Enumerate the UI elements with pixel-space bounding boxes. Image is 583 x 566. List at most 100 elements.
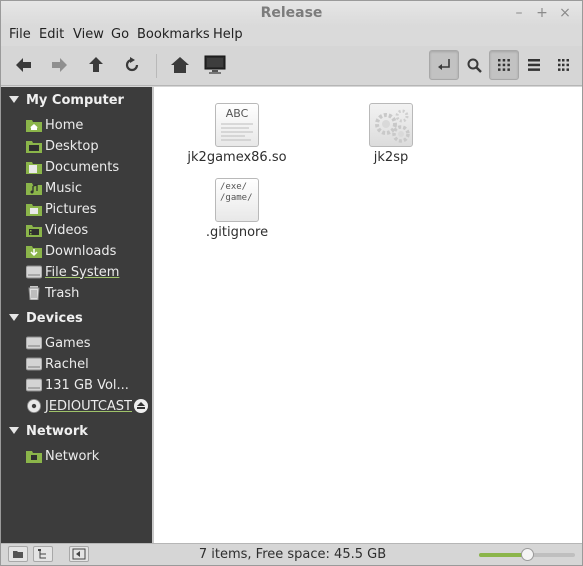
eject-icon[interactable]: [134, 399, 148, 413]
file-view[interactable]: ABC jk2gamex86.so jk2sp /exe/ /game/ .gi…: [154, 87, 582, 543]
sidebar-item-label: Pictures: [45, 201, 97, 217]
zoom-handle[interactable]: [521, 548, 534, 561]
drive-icon: [26, 336, 42, 350]
zoom-slider[interactable]: [479, 548, 575, 561]
location-toggle-icon: [438, 59, 450, 70]
sidebar-item-label: 131 GB Vol...: [45, 377, 129, 393]
sidebar-item-rachel[interactable]: Rachel: [26, 354, 89, 374]
menu-view[interactable]: View: [73, 27, 104, 42]
list-view-icon: [528, 59, 540, 71]
close-button[interactable]: ×: [556, 4, 574, 22]
compact-view-button[interactable]: [549, 50, 579, 80]
file-preview: /exe/ /game/: [220, 182, 253, 203]
sidebar-item-network[interactable]: Network: [26, 446, 99, 466]
executable-gear-icon: [369, 103, 413, 147]
drive-icon: [26, 378, 42, 392]
forward-arrow-icon: [52, 58, 67, 72]
menu-help[interactable]: Help: [213, 27, 243, 42]
title-bar[interactable]: Release – + ×: [1, 1, 582, 26]
sidebar-item-desktop[interactable]: Desktop: [26, 136, 99, 156]
section-title: Network: [26, 424, 88, 439]
network-folder-icon: [26, 451, 42, 463]
sidebar-item-label: Documents: [45, 159, 120, 175]
sidebar-item-label: Trash: [45, 285, 80, 301]
menu-bookmarks[interactable]: Bookmarks: [137, 27, 210, 42]
menu-go[interactable]: Go: [111, 27, 129, 42]
search-button[interactable]: [459, 50, 489, 80]
maximize-button[interactable]: +: [533, 4, 551, 22]
back-button[interactable]: [9, 50, 39, 80]
section-network[interactable]: Network: [9, 424, 88, 439]
file-item[interactable]: jk2sp: [336, 103, 446, 165]
sidebar-item-videos[interactable]: Videos: [26, 220, 88, 240]
file-name: jk2sp: [373, 150, 409, 165]
menu-bar: File Edit View Go Bookmarks Help: [1, 26, 582, 46]
drive-icon: [26, 357, 42, 371]
sidebar-item-label: Home: [45, 117, 84, 133]
status-bar: 7 items, Free space: 45.5 GB: [1, 543, 582, 565]
videos-folder-icon: [26, 225, 42, 237]
sidebar-item-games[interactable]: Games: [26, 333, 90, 353]
sidebar-item-label: Music: [45, 180, 82, 196]
trash-icon: [28, 286, 40, 300]
computer-icon: [204, 55, 226, 74]
sidebar-item-131gb-volume[interactable]: 131 GB Vol...: [26, 375, 129, 395]
sidebar-item-pictures[interactable]: Pictures: [26, 199, 96, 219]
section-my-computer[interactable]: My Computer: [9, 93, 124, 108]
home-folder-icon: [26, 120, 42, 132]
home-button[interactable]: [165, 50, 195, 80]
menu-file[interactable]: File: [9, 27, 31, 42]
desktop-folder-icon: [26, 141, 42, 153]
file-manager-window: Release – + × File Edit View Go Bookmark…: [0, 0, 583, 566]
expand-triangle-icon: [9, 314, 19, 321]
gear-icon: [375, 109, 410, 143]
text-lines: [221, 123, 253, 141]
file-item[interactable]: ABC jk2gamex86.so: [182, 103, 292, 165]
file-item[interactable]: /exe/ /game/ .gitignore: [182, 178, 292, 240]
expand-triangle-icon: [9, 427, 19, 434]
icon-view-button[interactable]: [489, 50, 519, 80]
downloads-folder-icon: [26, 246, 42, 258]
up-arrow-icon: [89, 57, 103, 72]
text-file-icon: /exe/ /game/: [215, 178, 259, 222]
up-button[interactable]: [81, 50, 111, 80]
sidebar-item-trash[interactable]: Trash: [26, 283, 79, 303]
forward-button[interactable]: [44, 50, 74, 80]
sidebar-item-label: File System: [45, 264, 120, 280]
sidebar-item-label: Desktop: [45, 138, 99, 154]
sidebar-item-label: Rachel: [45, 356, 89, 372]
sidebar-item-music[interactable]: Music: [26, 178, 82, 198]
sidebar-item-downloads[interactable]: Downloads: [26, 241, 116, 261]
minimize-button[interactable]: –: [510, 4, 528, 22]
computer-button[interactable]: [200, 50, 230, 80]
file-name: .gitignore: [205, 225, 269, 240]
reload-icon: [125, 57, 139, 72]
sidebar-item-documents[interactable]: Documents: [26, 157, 119, 177]
compact-view-icon: [557, 59, 569, 71]
list-view-button[interactable]: [519, 50, 549, 80]
section-title: My Computer: [26, 93, 124, 108]
sidebar-item-label: Downloads: [45, 243, 117, 259]
sidebar-item-jedioutcast[interactable]: JEDIOUTCAST: [26, 396, 132, 416]
location-toggle-button[interactable]: [429, 50, 459, 80]
pictures-folder-icon: [26, 204, 42, 216]
section-title: Devices: [26, 311, 83, 326]
icon-view-icon: [498, 59, 510, 71]
file-name: jk2gamex86.so: [187, 150, 287, 165]
toolbar-separator: [156, 54, 157, 78]
documents-folder-icon: [26, 162, 42, 174]
window-title: Release: [260, 5, 323, 21]
section-devices[interactable]: Devices: [9, 311, 83, 326]
file-preview: ABC: [225, 107, 249, 120]
home-icon: [171, 57, 189, 73]
reload-button[interactable]: [117, 50, 147, 80]
sidebar-item-label: Videos: [45, 222, 89, 238]
drive-icon: [26, 265, 42, 279]
search-icon: [467, 58, 482, 73]
sidebar-item-file-system[interactable]: File System: [26, 262, 119, 282]
sidebar-item-label: Games: [45, 335, 91, 351]
sidebar-item-home[interactable]: Home: [26, 115, 83, 135]
zoom-fill: [479, 553, 527, 557]
menu-edit[interactable]: Edit: [39, 27, 64, 42]
sidebar-item-label: Network: [45, 448, 100, 464]
